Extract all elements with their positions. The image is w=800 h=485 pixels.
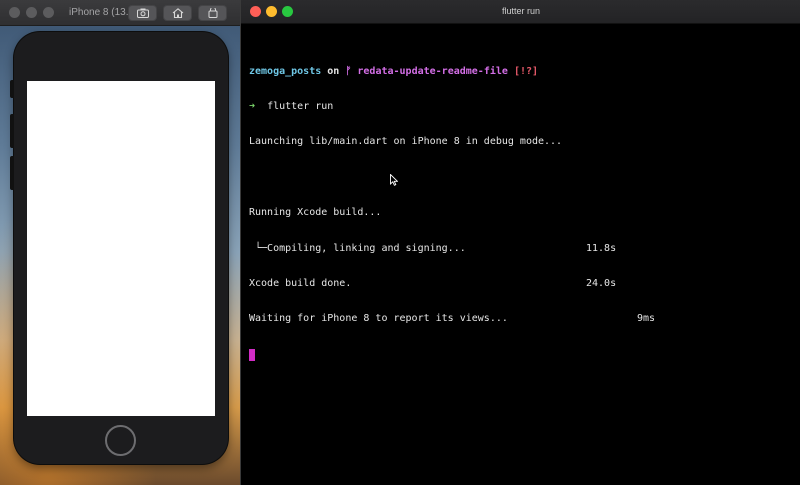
volume-up-button bbox=[10, 114, 14, 148]
command-line: ➜ flutter run bbox=[249, 101, 794, 113]
build-done-time: 24.0s bbox=[586, 277, 617, 289]
build-done-text: Xcode build done. bbox=[249, 277, 352, 289]
output-line: └─Compiling, linking and signing... 11.8s bbox=[249, 243, 794, 255]
prompt-line: zemoga_posts on ᚠ redata-update-readme-f… bbox=[249, 66, 794, 78]
home-button[interactable] bbox=[163, 5, 192, 21]
prompt-git-status: [!?] bbox=[513, 65, 539, 77]
waiting-time: 9ms bbox=[637, 313, 656, 325]
volume-down-button bbox=[10, 156, 14, 190]
minimize-button[interactable] bbox=[26, 7, 37, 18]
zoom-button[interactable] bbox=[43, 7, 54, 18]
output-line: Xcode build done. 24.0s bbox=[249, 278, 794, 290]
output-line: Waiting for iPhone 8 to report its views… bbox=[249, 313, 794, 325]
rotate-button[interactable] bbox=[198, 5, 227, 21]
simulator-screen[interactable] bbox=[27, 81, 215, 416]
cursor-line bbox=[249, 348, 794, 361]
prompt-cwd: zemoga_posts bbox=[249, 65, 322, 77]
screenshot-icon bbox=[136, 8, 149, 18]
simulator-toolbar bbox=[128, 5, 227, 21]
compiling-text: └─Compiling, linking and signing... bbox=[249, 242, 466, 254]
terminal-window: flutter run zemoga_posts on ᚠ redata-upd… bbox=[240, 0, 800, 485]
mouse-pointer-icon bbox=[390, 174, 398, 186]
rotate-icon bbox=[208, 8, 217, 18]
prompt-arrow-icon: ➜ bbox=[249, 100, 256, 112]
output-line: Launching lib/main.dart on iPhone 8 in d… bbox=[249, 136, 563, 148]
prompt-branch: redata-update-readme-file bbox=[357, 65, 508, 77]
terminal-output[interactable]: zemoga_posts on ᚠ redata-update-readme-f… bbox=[249, 42, 794, 384]
iphone-device-frame bbox=[10, 32, 228, 464]
terminal-titlebar: flutter run bbox=[241, 0, 800, 24]
command-text: flutter run bbox=[267, 100, 334, 112]
git-branch-icon: ᚠ bbox=[345, 65, 352, 77]
terminal-cursor bbox=[249, 348, 255, 361]
waiting-text: Waiting for iPhone 8 to report its views… bbox=[249, 313, 508, 325]
device-home-button[interactable] bbox=[105, 425, 136, 456]
simulator-window-controls bbox=[9, 7, 54, 18]
mute-switch bbox=[10, 80, 14, 98]
simulator-titlebar: iPhone 8 (13.4) bbox=[0, 0, 240, 26]
output-line: Running Xcode build... bbox=[249, 207, 382, 219]
compiling-time: 11.8s bbox=[586, 242, 617, 254]
prompt-on: on bbox=[327, 65, 340, 77]
screenshot-button[interactable] bbox=[128, 5, 157, 21]
close-button[interactable] bbox=[9, 7, 20, 18]
home-icon bbox=[172, 8, 183, 18]
terminal-title: flutter run bbox=[501, 6, 541, 16]
